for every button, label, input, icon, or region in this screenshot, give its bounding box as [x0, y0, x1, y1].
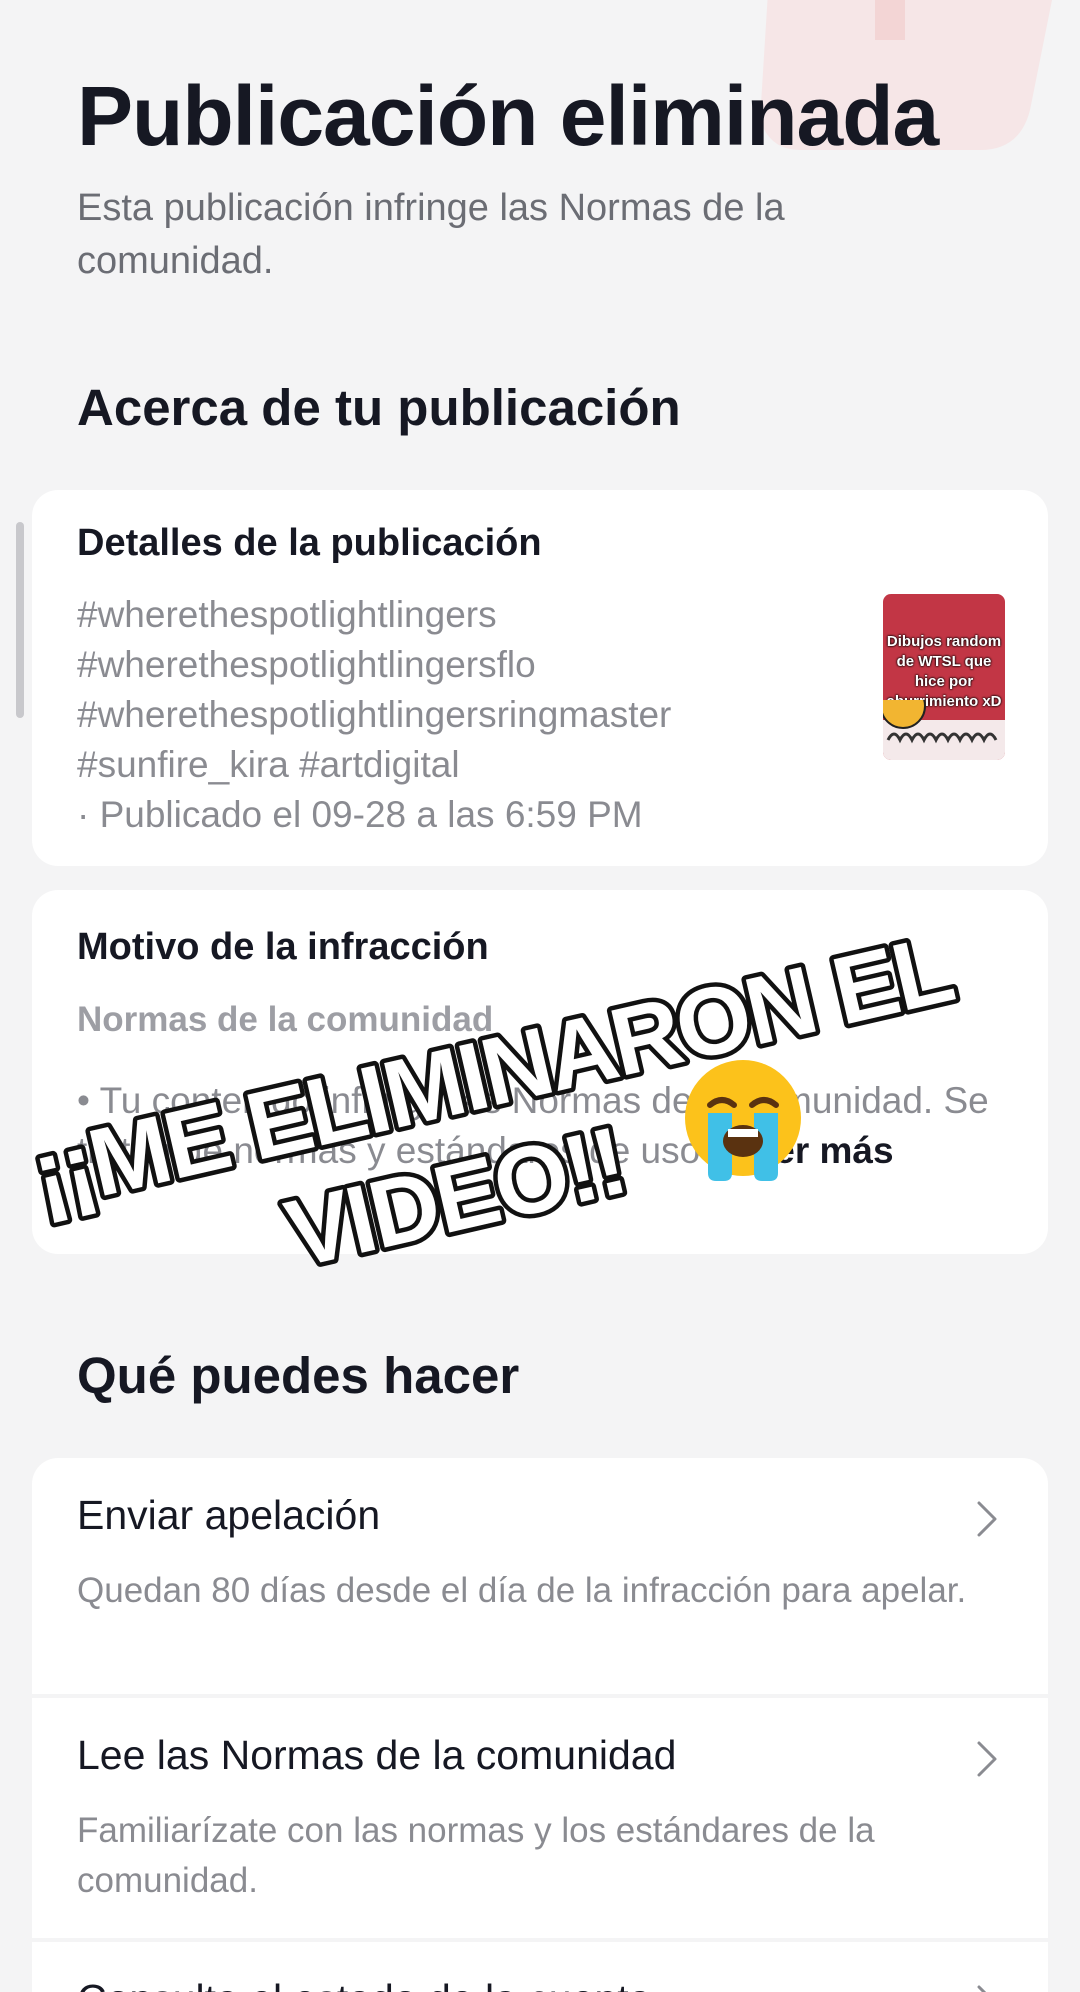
removed-post-screen: Publicación eliminada Esta publicación i… — [0, 0, 1080, 1992]
publish-date: · Publicado el 09-28 a las 6:59 PM — [77, 794, 643, 835]
post-details-card[interactable]: Detalles de la publicación #wherethespot… — [32, 490, 1048, 866]
violation-category: Normas de la comunidad — [77, 1000, 494, 1039]
chevron-right-icon — [977, 1985, 987, 1992]
page-title: Publicación eliminada — [77, 69, 939, 163]
chevron-right-icon — [977, 1741, 997, 1777]
loudly-crying-face-emoji — [685, 1060, 801, 1181]
thumbnail-drawing — [883, 700, 1005, 760]
post-thumbnail[interactable]: Dibujos random de WTSL que hice por abur… — [883, 594, 1005, 760]
page-subtitle: Esta publicación infringe las Normas de … — [77, 187, 785, 282]
submit-appeal-button[interactable]: Enviar apelación Quedan 80 días desde el… — [32, 1458, 1048, 1694]
action-label: Lee las Normas de la comunidad — [77, 1732, 677, 1778]
caption-line: #wherethespotlightlingers — [77, 594, 497, 635]
action-description: Quedan 80 días desde el día de la infrac… — [77, 1571, 967, 1610]
caption-line: #wherethespotlightlingersringmaster — [77, 694, 672, 735]
action-label: Enviar apelación — [77, 1492, 381, 1538]
scrollbar[interactable] — [16, 522, 24, 718]
read-community-guidelines-button[interactable]: Lee las Normas de la comunidad Familiarí… — [32, 1698, 1048, 1938]
page-header: Publicación eliminada Esta publicación i… — [77, 62, 1037, 288]
violation-reason-heading: Motivo de la infracción — [77, 926, 489, 968]
action-description: Familiarízate con las normas y los están… — [77, 1811, 875, 1900]
post-caption: #wherethespotlightlingers #wherethespotl… — [77, 590, 837, 840]
caption-line: #wherethespotlightlingersflo — [77, 644, 536, 685]
section-title-about: Acerca de tu publicación — [77, 379, 681, 436]
account-status-button[interactable]: Consulta el estado de la cuenta — [32, 1942, 1048, 1992]
violation-description: • Tu contenido infringe las Normas de la… — [77, 1076, 1027, 1176]
violation-reason-card[interactable]: Motivo de la infracción Normas de la com… — [32, 890, 1048, 1254]
section-title-what-you-can-do: Qué puedes hacer — [77, 1347, 520, 1404]
caption-line: #sunfire_kira #artdigital — [77, 744, 460, 785]
action-label: Consulta el estado de la cuenta — [77, 1976, 651, 1992]
post-details-heading: Detalles de la publicación — [77, 522, 542, 564]
chevron-right-icon — [977, 1501, 997, 1537]
